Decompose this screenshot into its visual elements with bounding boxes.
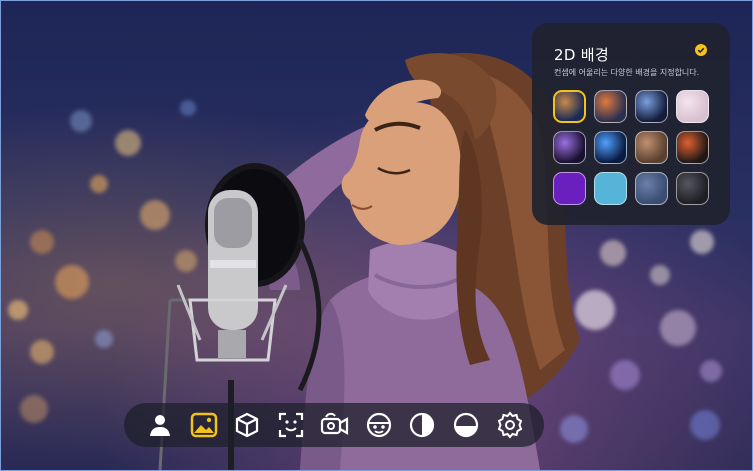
background-thumbnail-pink-bokeh[interactable] xyxy=(676,90,709,123)
background-thumbnail-dark-stripes[interactable] xyxy=(676,172,709,205)
panel-title: 2D 배경 xyxy=(554,46,609,64)
filter-circle-icon xyxy=(453,412,479,438)
person-icon xyxy=(150,415,170,436)
background-thumbnail-purple-lines[interactable] xyxy=(553,131,586,164)
face-sticker-icon xyxy=(366,412,392,438)
check-icon xyxy=(695,44,707,56)
contrast-tool[interactable] xyxy=(407,410,437,440)
image-icon xyxy=(190,412,218,438)
half-circle-icon xyxy=(409,412,435,438)
background-thumbnail-solid-sky-blue[interactable] xyxy=(594,172,627,205)
avatar-tool[interactable] xyxy=(145,410,175,440)
background-thumbnail-brown-geometric[interactable] xyxy=(635,131,668,164)
panel-description: 컨셉에 어울리는 다양한 배경을 지정합니다. xyxy=(554,68,700,77)
background-thumbnail-city-dusk[interactable] xyxy=(594,90,627,123)
background-thumbnail-city-night-bokeh[interactable] xyxy=(553,90,586,123)
3d-object-tool[interactable] xyxy=(232,410,262,440)
filter-tool[interactable] xyxy=(451,410,481,440)
sticker-tool[interactable] xyxy=(364,410,394,440)
cube-icon xyxy=(235,412,259,438)
background-thumbnail-dark-orange-bokeh[interactable] xyxy=(676,131,709,164)
background-thumbnail-slate-gradient[interactable] xyxy=(635,172,668,205)
background-thumbnail-city-lights[interactable] xyxy=(635,90,668,123)
background-thumbnail-blue-network[interactable] xyxy=(594,131,627,164)
background-tool[interactable] xyxy=(189,410,219,440)
gear-icon xyxy=(497,411,523,439)
settings-tool[interactable] xyxy=(495,410,525,440)
camera-rotate-icon xyxy=(320,412,349,435)
face-tracking-tool[interactable] xyxy=(276,410,306,440)
background-thumbnail-grid xyxy=(553,90,709,205)
background-thumbnail-solid-purple[interactable] xyxy=(553,172,586,205)
camera-tool[interactable] xyxy=(320,410,350,440)
face-scan-icon xyxy=(278,412,304,438)
